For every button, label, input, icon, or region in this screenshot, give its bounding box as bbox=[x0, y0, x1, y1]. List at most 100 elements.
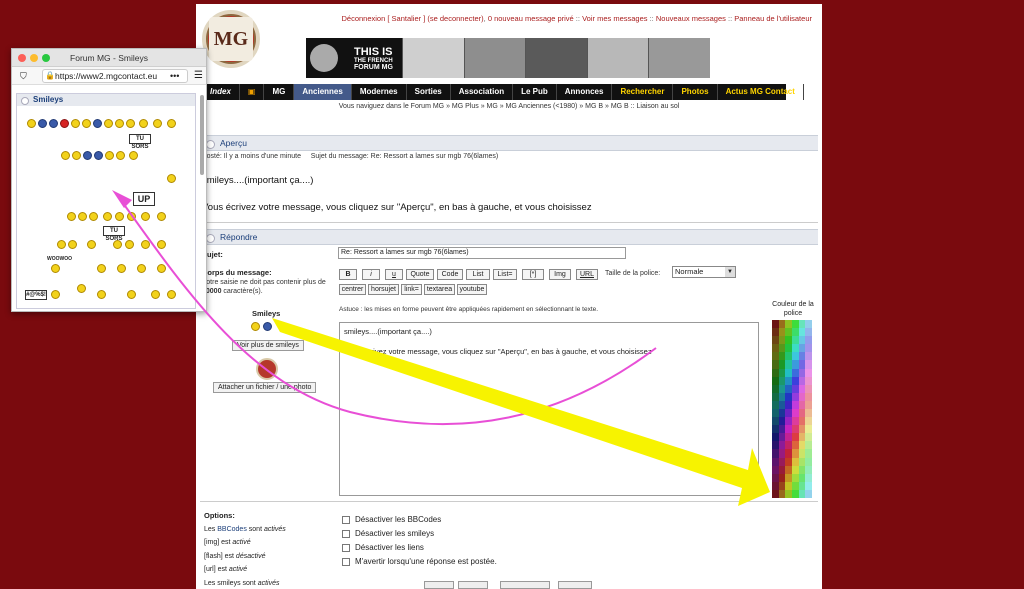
more-smileys-button[interactable]: Voir plus de smileys bbox=[232, 340, 304, 351]
color-swatch[interactable] bbox=[772, 417, 779, 426]
color-swatch[interactable] bbox=[785, 457, 792, 466]
color-swatch[interactable] bbox=[772, 336, 779, 345]
list-button[interactable]: List bbox=[466, 269, 490, 280]
smiley-icon[interactable] bbox=[157, 264, 166, 273]
smiley-icon[interactable] bbox=[71, 119, 80, 128]
smiley-icon[interactable] bbox=[51, 264, 60, 273]
color-swatch[interactable] bbox=[798, 376, 806, 385]
color-swatch[interactable] bbox=[805, 368, 812, 377]
smiley-icon[interactable] bbox=[60, 119, 69, 128]
color-swatch[interactable] bbox=[805, 360, 812, 369]
color-swatch[interactable] bbox=[772, 376, 779, 385]
color-swatch[interactable] bbox=[791, 489, 799, 498]
smiley-icon[interactable] bbox=[103, 212, 112, 221]
up-sign-icon[interactable]: UP bbox=[133, 192, 155, 206]
color-swatch[interactable] bbox=[805, 441, 812, 450]
color-swatch[interactable] bbox=[791, 473, 799, 482]
color-swatch[interactable] bbox=[791, 433, 799, 442]
color-swatch[interactable] bbox=[772, 441, 779, 450]
list-item-button[interactable]: [*] bbox=[522, 269, 544, 280]
color-swatch[interactable] bbox=[785, 336, 792, 345]
color-swatch[interactable] bbox=[798, 400, 806, 409]
color-swatch[interactable] bbox=[778, 433, 786, 442]
smiley-icon[interactable] bbox=[141, 240, 150, 249]
message-textarea[interactable]: smileys....(important ça....) Vous écriv… bbox=[339, 322, 759, 496]
color-swatch[interactable] bbox=[798, 457, 806, 466]
color-swatch[interactable] bbox=[791, 400, 799, 409]
logout-link[interactable]: Déconnexion [ Santalier ] (se deconnecte… bbox=[341, 14, 483, 23]
color-swatch[interactable] bbox=[772, 408, 779, 418]
color-swatch[interactable] bbox=[772, 473, 779, 482]
smiley-icon[interactable] bbox=[27, 119, 36, 128]
color-swatch[interactable] bbox=[778, 376, 786, 385]
color-swatch[interactable] bbox=[785, 417, 792, 426]
smiley-icon[interactable] bbox=[104, 119, 113, 128]
color-swatch[interactable] bbox=[791, 320, 799, 329]
color-swatch[interactable] bbox=[791, 384, 799, 393]
color-swatch[interactable] bbox=[772, 489, 779, 498]
color-swatch[interactable] bbox=[778, 320, 786, 329]
color-swatch[interactable] bbox=[798, 449, 806, 458]
more-icon[interactable]: ••• bbox=[170, 67, 179, 85]
color-swatch[interactable] bbox=[805, 328, 812, 337]
color-swatch[interactable] bbox=[798, 473, 806, 482]
color-swatch[interactable] bbox=[785, 449, 792, 458]
color-swatch[interactable] bbox=[805, 408, 812, 418]
color-swatch[interactable] bbox=[778, 441, 786, 450]
smiley-icon[interactable] bbox=[127, 212, 136, 221]
color-swatch[interactable] bbox=[778, 465, 786, 474]
color-swatch[interactable] bbox=[791, 392, 799, 401]
nav-association[interactable]: Association bbox=[451, 84, 514, 100]
smiley-icon[interactable] bbox=[116, 151, 125, 160]
color-swatch[interactable] bbox=[778, 336, 786, 345]
color-swatch[interactable] bbox=[805, 465, 812, 474]
smiley-icon[interactable] bbox=[117, 264, 126, 273]
smiley-icon[interactable] bbox=[93, 119, 102, 128]
color-swatch[interactable] bbox=[778, 368, 786, 377]
color-swatch[interactable] bbox=[785, 489, 792, 498]
color-swatch[interactable] bbox=[791, 360, 799, 369]
color-swatch[interactable] bbox=[791, 481, 799, 490]
menu-icon[interactable]: ☰ bbox=[194, 67, 203, 85]
color-swatch[interactable] bbox=[805, 344, 812, 353]
color-swatch[interactable] bbox=[798, 481, 806, 490]
horsujet-button[interactable]: horsujet bbox=[368, 284, 399, 295]
smiley-icon[interactable] bbox=[68, 240, 77, 249]
smiley-icon[interactable] bbox=[78, 212, 87, 221]
color-swatch[interactable] bbox=[791, 465, 799, 474]
link-button[interactable]: link= bbox=[401, 284, 422, 295]
smiley-icon[interactable] bbox=[61, 151, 70, 160]
url-button[interactable]: URL bbox=[576, 269, 598, 280]
nav-photos[interactable]: Photos bbox=[673, 84, 718, 100]
color-swatch[interactable] bbox=[772, 352, 779, 361]
color-swatch[interactable] bbox=[772, 449, 779, 458]
url-input[interactable]: 🔒 https://www2.mgcontact.eu bbox=[42, 69, 188, 83]
color-palette[interactable] bbox=[772, 320, 812, 498]
color-swatch[interactable] bbox=[791, 425, 799, 434]
woowoo-smiley-icon[interactable]: WOOWOO bbox=[47, 256, 72, 262]
color-swatch[interactable] bbox=[805, 457, 812, 466]
youtube-button[interactable]: youtube bbox=[457, 284, 487, 295]
color-swatch[interactable] bbox=[798, 417, 806, 426]
color-swatch[interactable] bbox=[772, 457, 779, 466]
smiley-icon[interactable] bbox=[167, 174, 176, 183]
color-swatch[interactable] bbox=[798, 328, 806, 337]
smiley-icon[interactable] bbox=[67, 212, 76, 221]
smiley-icon[interactable] bbox=[105, 151, 114, 160]
color-swatch[interactable] bbox=[785, 368, 792, 377]
disable-smileys-checkbox[interactable]: Désactiver les smileys bbox=[342, 529, 434, 539]
color-swatch[interactable] bbox=[785, 328, 792, 337]
color-swatch[interactable] bbox=[772, 400, 779, 409]
nav-mg[interactable]: MG bbox=[264, 84, 295, 100]
color-swatch[interactable] bbox=[772, 368, 779, 377]
close-window-button[interactable] bbox=[18, 54, 26, 62]
color-swatch[interactable] bbox=[798, 344, 806, 353]
notify-reply-checkbox[interactable]: M'avertir lorsqu'une réponse est postée. bbox=[342, 557, 497, 567]
color-swatch[interactable] bbox=[805, 473, 812, 482]
nav-sorties[interactable]: Sorties bbox=[407, 84, 451, 100]
color-swatch[interactable] bbox=[785, 400, 792, 409]
swear-sign-icon[interactable]: #@%$! bbox=[25, 290, 47, 300]
color-swatch[interactable] bbox=[798, 425, 806, 434]
color-swatch[interactable] bbox=[778, 473, 786, 482]
smiley-blue-icon[interactable] bbox=[263, 322, 272, 331]
